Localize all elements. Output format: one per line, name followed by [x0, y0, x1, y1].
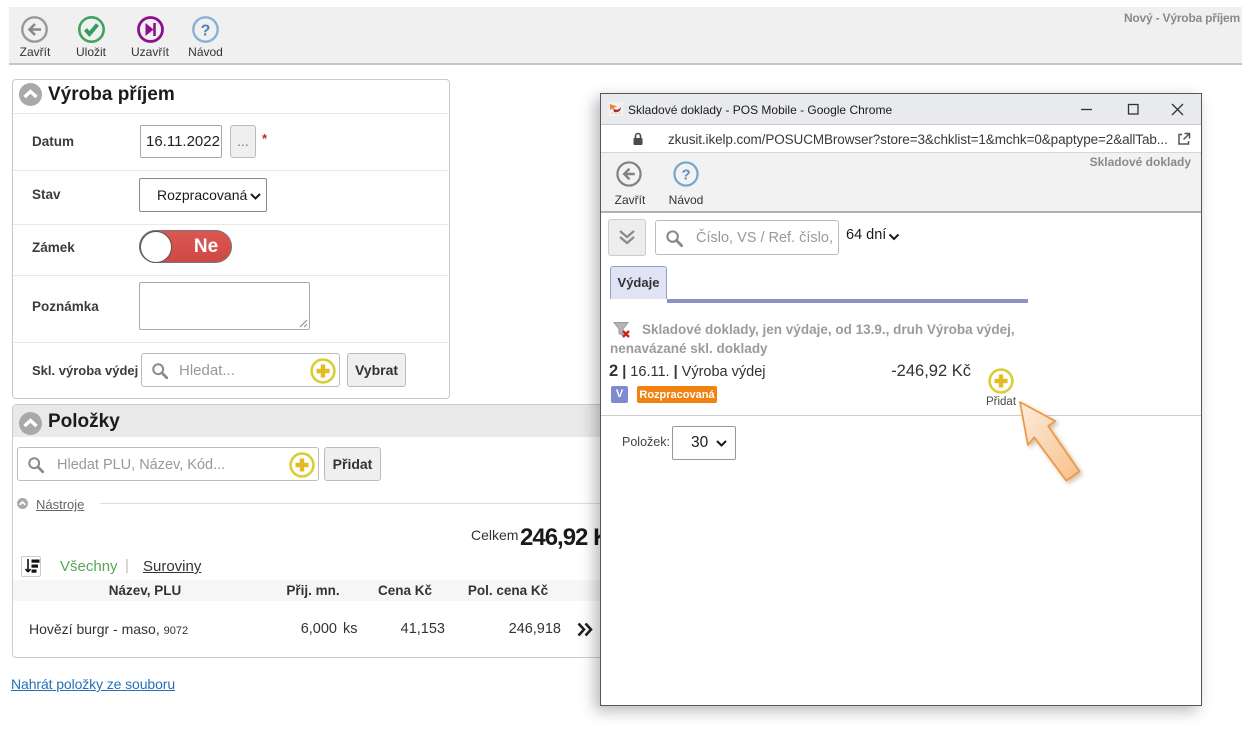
svg-text:?: ? — [681, 166, 690, 183]
svg-text:?: ? — [201, 23, 211, 40]
